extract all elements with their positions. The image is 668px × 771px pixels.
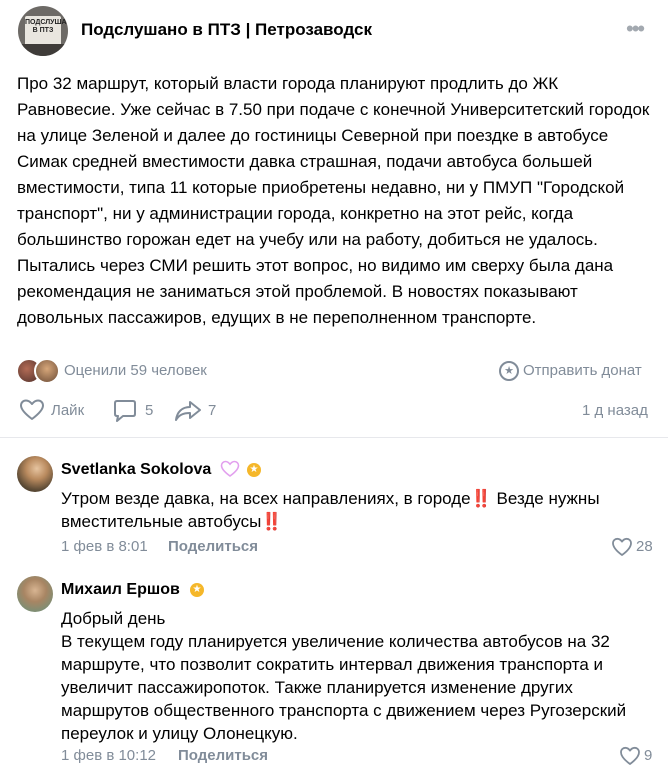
divider — [0, 437, 668, 438]
comment-date[interactable]: 1 фев в 10:12 — [61, 747, 156, 764]
heart-status-icon — [220, 460, 240, 477]
comment-icon[interactable] — [112, 398, 138, 424]
comment-author[interactable]: Михаил Ершов — [61, 581, 180, 599]
donate-icon[interactable]: ★ — [499, 361, 519, 381]
comment-avatar[interactable] — [17, 456, 53, 492]
heart-icon[interactable] — [611, 537, 633, 557]
comment-likes[interactable]: 28 — [636, 538, 653, 555]
comments-count[interactable]: 5 — [145, 402, 153, 419]
comment-text: В текущем году планируется увеличение ко… — [61, 632, 627, 743]
group-logo-text: ПОДСЛУШАНО В ПТЗ — [25, 16, 68, 47]
post-text: Про 32 маршрут, который власти города пл… — [17, 74, 650, 327]
post-time[interactable]: 1 д назад — [582, 402, 648, 419]
comment-likes[interactable]: 9 — [644, 747, 652, 764]
shares-count[interactable]: 7 — [208, 402, 216, 419]
more-icon[interactable]: ••• — [626, 18, 645, 40]
star-badge-icon: ★ — [247, 463, 261, 477]
comment-text: Утром везде давка, на всех направлениях,… — [61, 487, 641, 533]
comment-greeting: Добрый день — [61, 609, 166, 628]
group-name[interactable]: Подслушано в ПТЗ | Петрозаводск — [81, 20, 372, 40]
share-icon[interactable] — [174, 399, 202, 423]
heart-icon[interactable] — [619, 746, 641, 766]
donate-button[interactable]: Отправить донат — [523, 362, 642, 379]
double-exclamation-icon: ‼️ — [470, 489, 492, 508]
group-avatar[interactable]: ПОДСЛУШАНО В ПТЗ — [18, 6, 68, 56]
comment-author[interactable]: Svetlanka Sokolova — [61, 461, 211, 479]
double-exclamation-icon: ‼️ — [261, 512, 283, 531]
like-button[interactable]: Лайк — [51, 402, 84, 419]
rated-count[interactable]: Оценили 59 человек — [64, 362, 207, 379]
star-badge-icon: ★ — [190, 583, 204, 597]
reactor-avatar-2[interactable] — [34, 358, 60, 384]
share-button[interactable]: Поделиться — [178, 747, 268, 764]
group-logo-bottom — [18, 44, 68, 56]
share-button[interactable]: Поделиться — [168, 538, 258, 555]
comment-date[interactable]: 1 фев в 8:01 — [61, 538, 148, 555]
comment-avatar[interactable] — [17, 576, 53, 612]
comment-text-part1: Утром везде давка, на всех направлениях,… — [61, 489, 471, 508]
heart-icon[interactable] — [19, 398, 45, 422]
